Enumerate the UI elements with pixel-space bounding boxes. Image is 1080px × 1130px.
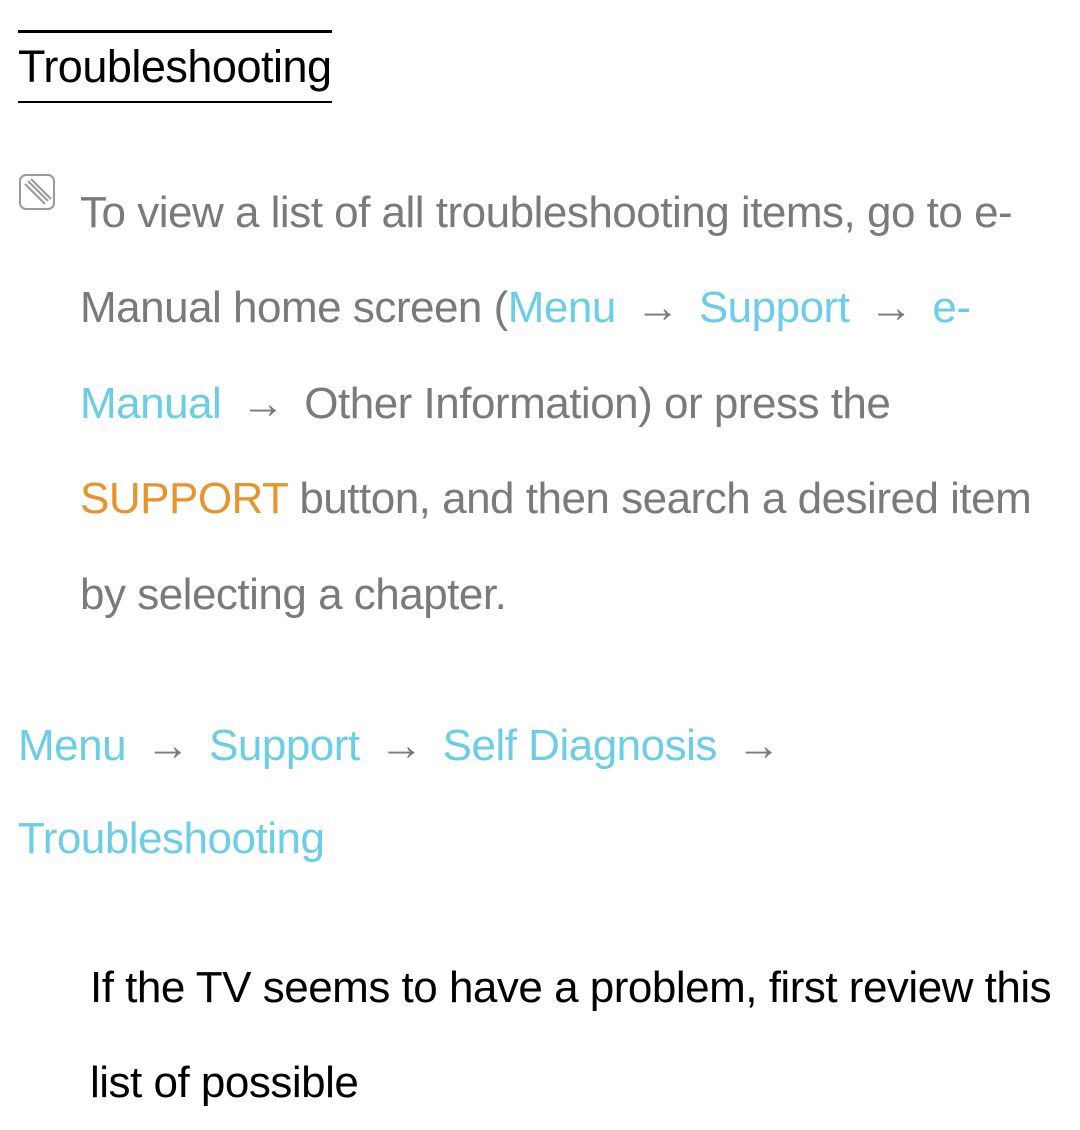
title-wrapper: Troubleshooting [18, 30, 332, 103]
note-icon [18, 173, 56, 216]
breadcrumb-path: Menu → Support → Self Diagnosis → Troubl… [18, 700, 1062, 885]
breadcrumb-troubleshooting: Troubleshooting [18, 814, 324, 863]
arrow-icon: → [636, 283, 680, 332]
arrow-icon: → [379, 721, 423, 770]
breadcrumb-menu: Menu [18, 721, 126, 770]
breadcrumb-self-diagnosis: Self Diagnosis [443, 721, 717, 770]
arrow-icon: → [146, 721, 190, 770]
breadcrumb-menu-link: Menu [508, 283, 616, 332]
note-text: To view a list of all troubleshooting it… [80, 165, 1062, 642]
arrow-icon: → [737, 721, 781, 770]
arrow-icon: → [241, 379, 285, 428]
arrow-icon: → [869, 283, 913, 332]
note-block: To view a list of all troubleshooting it… [18, 165, 1062, 642]
page-title: Troubleshooting [18, 41, 332, 93]
body-paragraph: If the TV seems to have a problem, first… [90, 941, 1062, 1130]
breadcrumb-support-link: Support [699, 283, 850, 332]
note-after-emanual: Other Information) or press the [293, 379, 891, 428]
support-button-label: SUPPORT [80, 474, 288, 523]
breadcrumb-support: Support [209, 721, 360, 770]
